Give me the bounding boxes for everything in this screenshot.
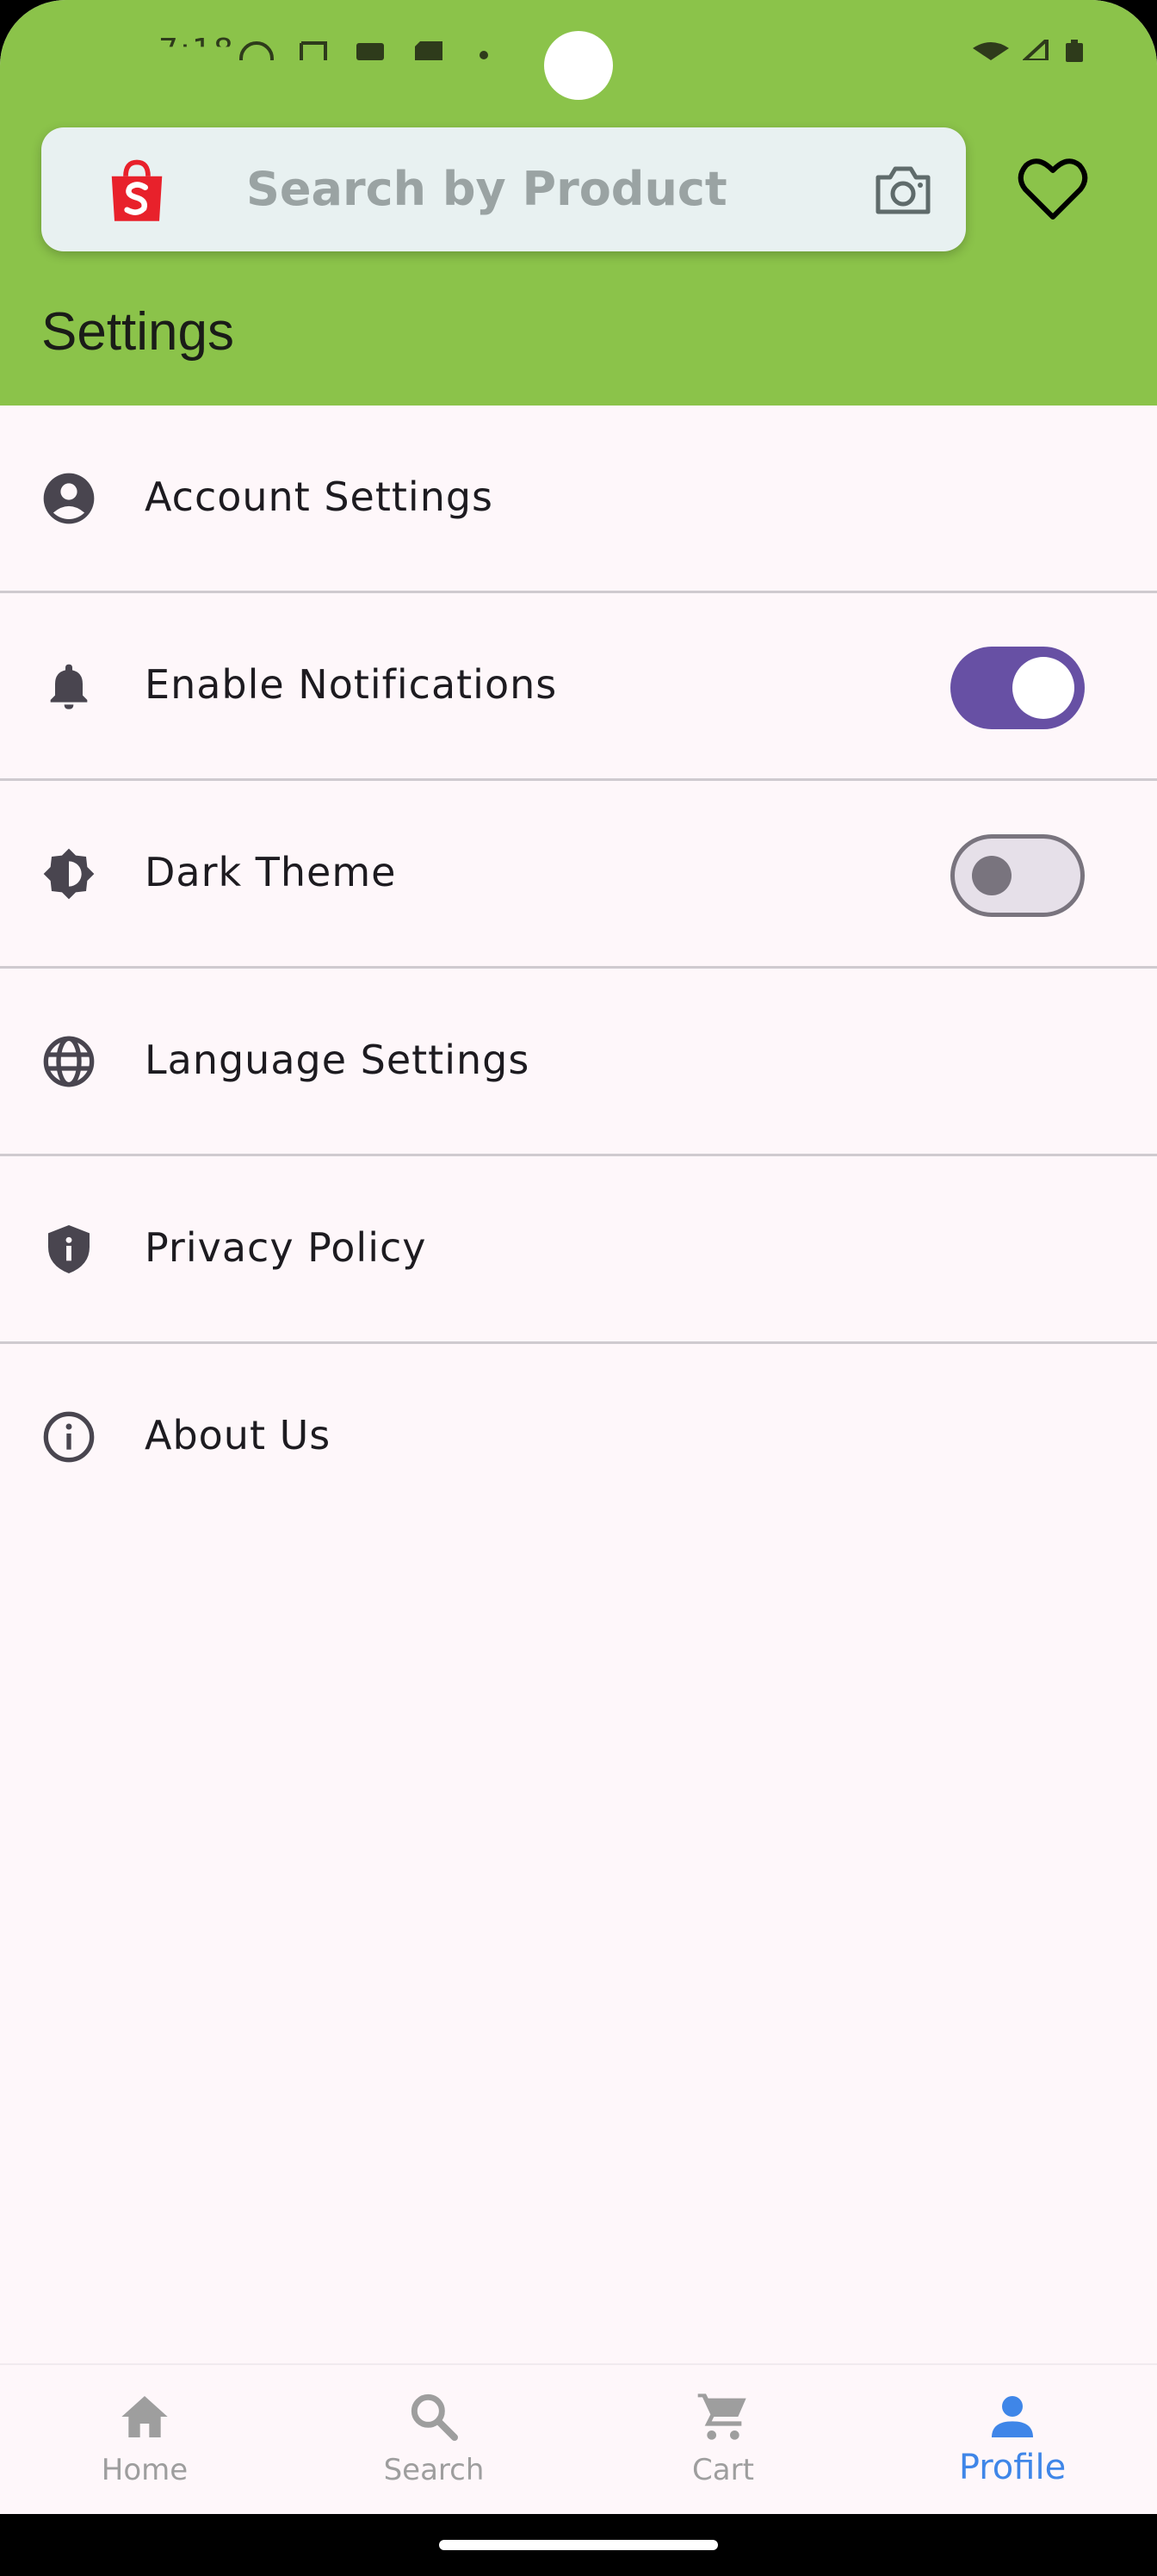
camera-icon[interactable]	[873, 162, 933, 217]
page-title: Settings	[41, 302, 235, 362]
nav-label-profile: Profile	[958, 2448, 1067, 2487]
account-settings-row[interactable]: Account Settings	[0, 406, 1157, 593]
bottom-navigation: Home Search Cart Profile	[0, 2363, 1157, 2516]
settings-list: Account Settings Enable Notifications Da…	[0, 406, 1157, 1529]
dark-theme-row[interactable]: Dark Theme	[0, 781, 1157, 969]
nav-item-cart[interactable]: Cart	[578, 2365, 868, 2516]
gesture-navigation-bar	[0, 2514, 1157, 2576]
alert-status-icon	[239, 41, 274, 60]
dark-theme-toggle[interactable]	[950, 834, 1085, 917]
search-icon	[411, 2393, 458, 2441]
dark-theme-toggle-knob	[972, 856, 1012, 895]
shield-icon	[48, 1225, 90, 1273]
language-settings-row[interactable]: Language Settings	[0, 969, 1157, 1156]
battery-status-icon	[1066, 40, 1083, 62]
camera-cutout	[544, 31, 613, 100]
nav-label-home: Home	[101, 2453, 189, 2487]
enable-notifications-label: Enable Notifications	[145, 661, 558, 708]
wifi-status-icon	[973, 42, 1009, 60]
person-icon	[992, 2396, 1033, 2437]
vpn-status-icon	[300, 41, 327, 60]
search-input[interactable]: Search by Product	[246, 160, 727, 219]
status-bar: 7:18	[0, 0, 1157, 103]
about-us-label: About Us	[145, 1412, 331, 1458]
search-bar[interactable]: Search by Product	[41, 127, 966, 251]
bell-icon	[50, 664, 88, 709]
home-gesture-handle[interactable]	[439, 2540, 718, 2550]
brightness-icon	[43, 848, 95, 900]
globe-icon	[43, 1036, 95, 1087]
home-icon	[121, 2396, 168, 2437]
account-settings-label: Account Settings	[145, 474, 494, 520]
play-store-status-icon	[356, 43, 384, 60]
notifications-toggle-knob	[1012, 657, 1074, 719]
nav-label-cart: Cart	[692, 2453, 754, 2487]
shopping-bag-logo-icon	[111, 159, 163, 221]
nav-item-search[interactable]: Search	[289, 2365, 578, 2516]
nav-label-search: Search	[383, 2453, 485, 2487]
screen: 7:18 Search by Product Settings Account …	[0, 0, 1157, 2576]
info-icon	[43, 1411, 95, 1463]
notifications-toggle[interactable]	[950, 647, 1085, 729]
signal-status-icon	[1023, 40, 1049, 60]
enable-notifications-row[interactable]: Enable Notifications	[0, 593, 1157, 781]
status-time: 7:18	[158, 33, 235, 68]
sd-card-status-icon	[415, 41, 442, 60]
nav-item-profile[interactable]: Profile	[868, 2365, 1157, 2516]
cart-icon	[697, 2393, 746, 2440]
app-header: 7:18 Search by Product Settings	[0, 0, 1157, 406]
about-us-row[interactable]: About Us	[0, 1344, 1157, 1529]
nav-item-home[interactable]: Home	[0, 2365, 289, 2516]
privacy-policy-label: Privacy Policy	[145, 1224, 427, 1271]
account-circle-icon	[43, 473, 95, 524]
dot-status-icon	[480, 51, 488, 59]
dark-theme-label: Dark Theme	[145, 849, 397, 895]
favorites-heart-icon[interactable]	[1018, 155, 1088, 224]
privacy-policy-row[interactable]: Privacy Policy	[0, 1156, 1157, 1344]
language-settings-label: Language Settings	[145, 1037, 530, 1083]
